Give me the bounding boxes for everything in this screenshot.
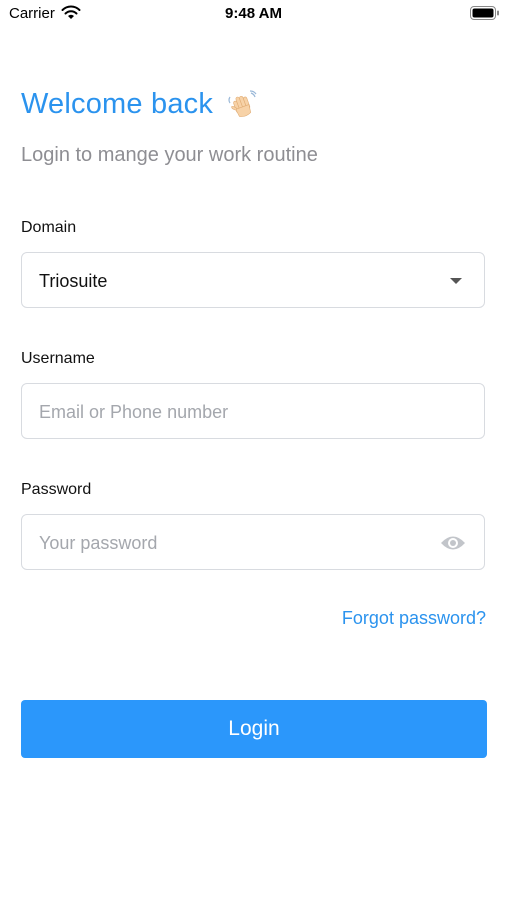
domain-select[interactable]: Triosuite bbox=[21, 252, 485, 308]
login-button-label: Login bbox=[228, 717, 280, 740]
username-input[interactable]: Email or Phone number bbox=[21, 383, 485, 439]
chevron-down-icon bbox=[450, 278, 462, 284]
forgot-password-link[interactable]: Forgot password? bbox=[342, 608, 486, 629]
waving-hand-icon bbox=[228, 89, 257, 117]
password-placeholder: Your password bbox=[39, 533, 158, 553]
status-bar: Carrier 9:48 AM bbox=[0, 0, 507, 28]
welcome-title-text: Welcome back bbox=[21, 88, 214, 120]
battery-icon bbox=[470, 6, 499, 20]
domain-selected-value: Triosuite bbox=[39, 271, 108, 291]
password-label: Password bbox=[21, 481, 92, 498]
clock: 9:48 AM bbox=[225, 5, 282, 22]
welcome-subtitle: Login to mange your work routine bbox=[21, 144, 318, 166]
username-placeholder: Email or Phone number bbox=[39, 402, 229, 422]
welcome-title: Welcome back bbox=[21, 88, 257, 121]
login-button[interactable]: Login bbox=[21, 700, 487, 758]
username-label: Username bbox=[21, 350, 95, 367]
eye-icon[interactable] bbox=[440, 533, 466, 553]
domain-label: Domain bbox=[21, 219, 77, 236]
password-input[interactable]: Your password bbox=[21, 514, 485, 570]
